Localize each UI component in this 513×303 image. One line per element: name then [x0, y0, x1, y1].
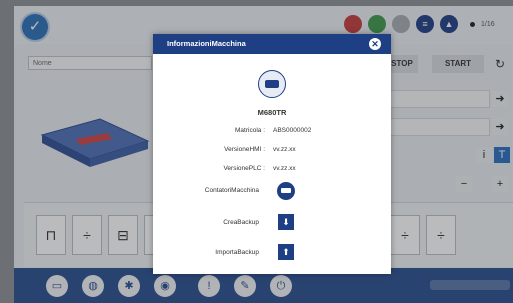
hmi-version-row: VersioneHMI : vv.zz.xx	[153, 146, 391, 156]
machine-icon	[258, 70, 286, 98]
counter-icon[interactable]	[277, 182, 295, 200]
download-icon[interactable]: ⬇	[278, 214, 294, 230]
action-label: ImportaBackup	[215, 249, 259, 256]
serial-row: Matricola : ABS0000002	[153, 127, 391, 137]
field-label: VersionePLC :	[223, 165, 265, 172]
action-label: CreaBackup	[223, 219, 259, 226]
field-value: vv.zz.xx	[273, 165, 296, 172]
field-label: VersioneHMI :	[224, 146, 265, 153]
field-value: vv.zz.xx	[273, 146, 296, 153]
upload-icon[interactable]: ⬆	[278, 244, 294, 260]
dialog-title: InformazioniMacchina	[167, 39, 246, 48]
close-icon[interactable]: ✕	[369, 38, 381, 50]
plc-version-row: VersionePLC : vv.zz.xx	[153, 165, 391, 175]
machine-model: M680TR	[257, 108, 287, 117]
machine-info-dialog: InformazioniMacchina ✕ M680TR Matricola …	[153, 34, 391, 274]
field-value: ABS0000002	[273, 127, 312, 134]
dialog-header: InformazioniMacchina ✕	[153, 34, 391, 54]
action-label: ContatoriMacchina	[204, 187, 259, 194]
field-label: Matricola :	[235, 127, 265, 134]
